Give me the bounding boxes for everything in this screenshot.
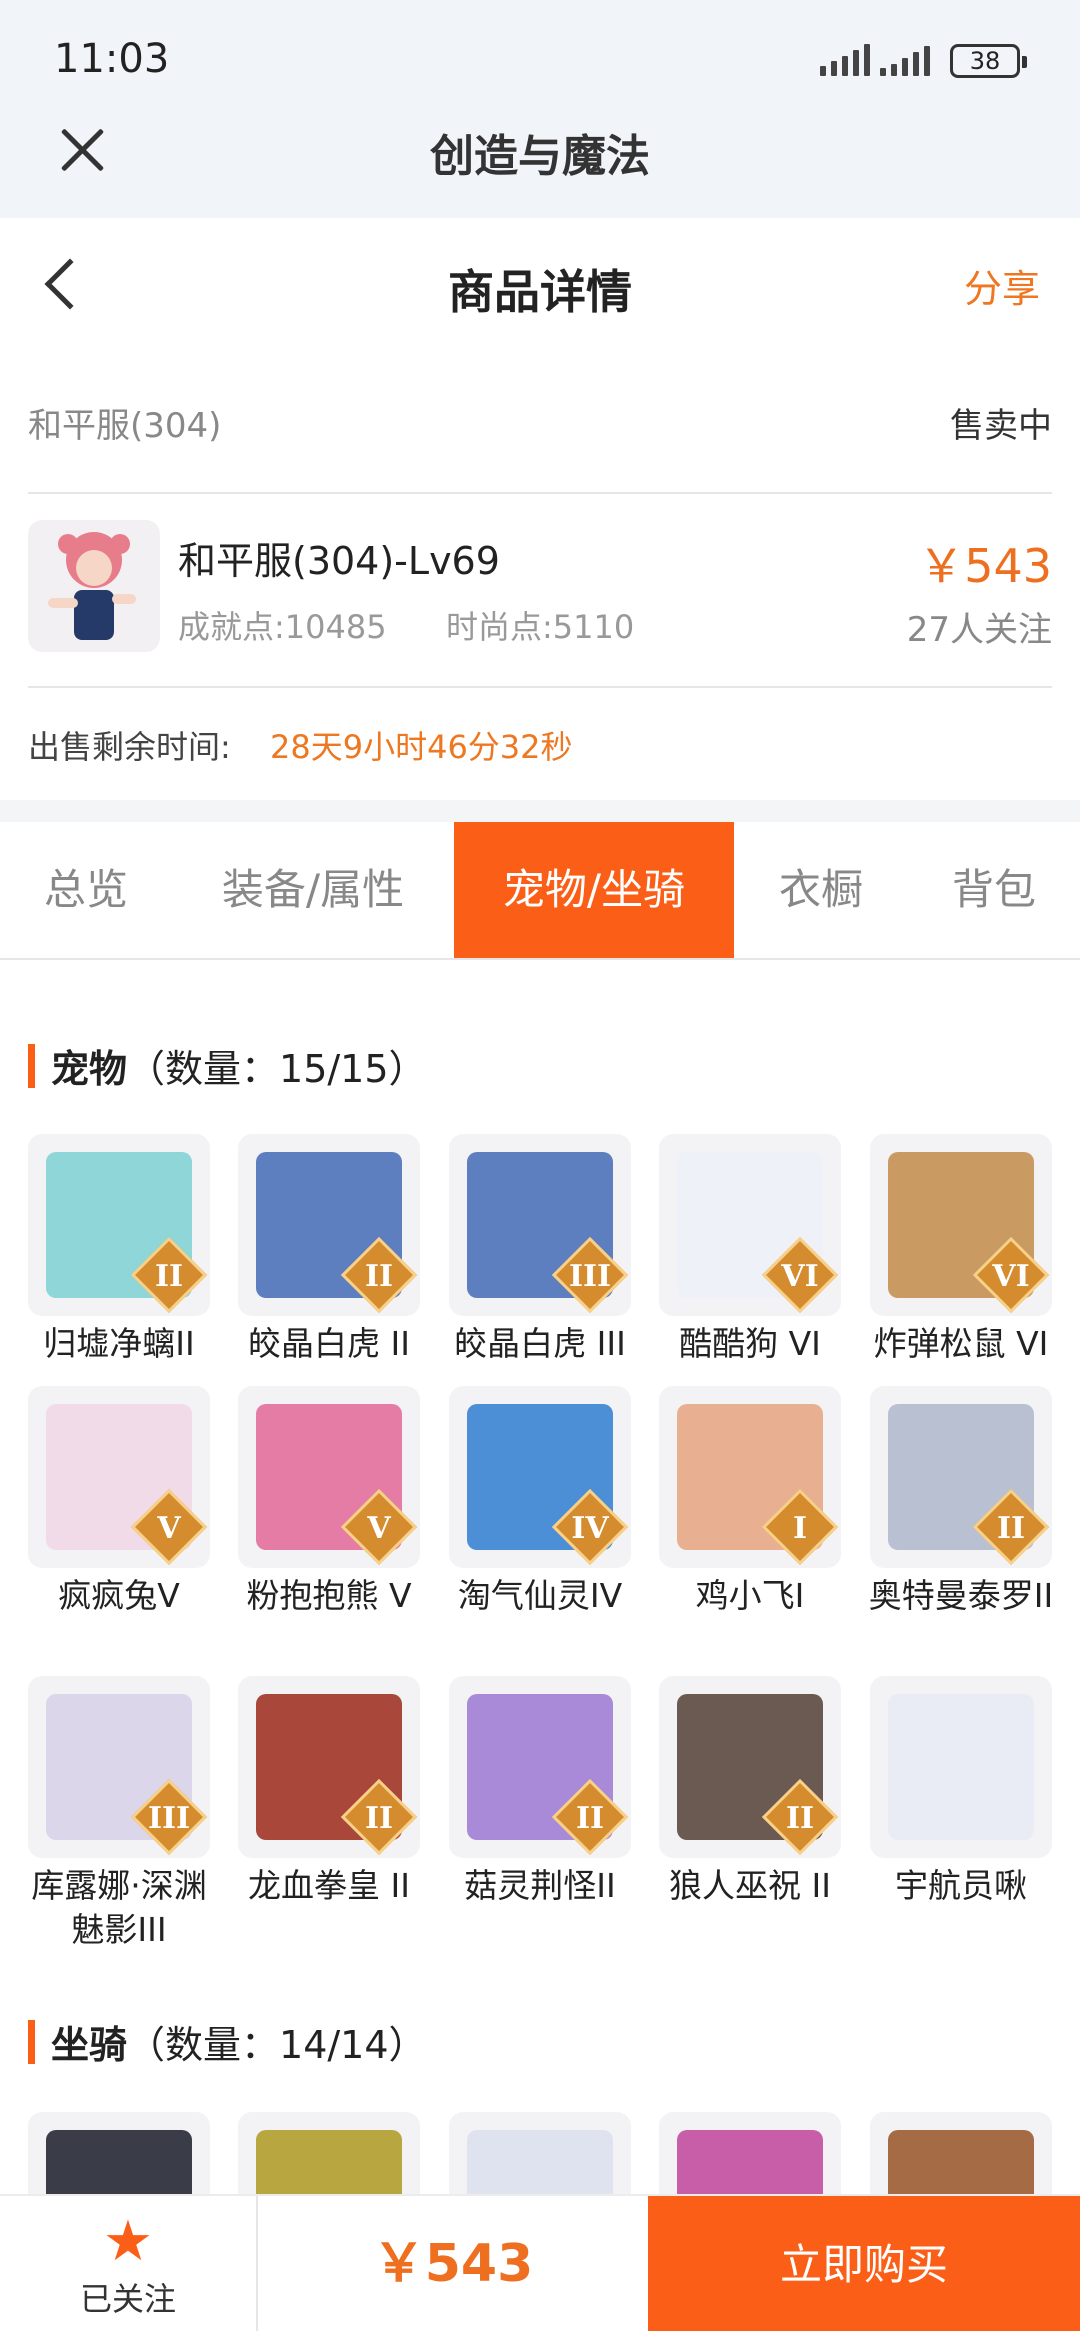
tab-backpack[interactable]: 背包 <box>908 822 1080 958</box>
pet-thumb: IV <box>449 1386 631 1568</box>
pet-item[interactable]: V 疯疯兔V <box>28 1386 210 1618</box>
pet-thumb: V <box>28 1386 210 1568</box>
pet-item[interactable]: VI 酷酷狗 VI <box>659 1134 841 1366</box>
buy-now-button[interactable]: 立即购买 <box>648 2196 1080 2331</box>
achievement-points: 成就点:10485 <box>178 608 387 646</box>
pet-name: 淘气仙灵IV <box>457 1576 623 1615</box>
section-gap <box>0 800 1080 822</box>
heading-accent <box>28 2019 35 2064</box>
pet-thumb: II <box>449 1676 631 1858</box>
pet-thumb: VI <box>659 1134 841 1316</box>
pet-item[interactable]: III 皎晶白虎 III <box>449 1134 631 1366</box>
sale-status: 售卖中 <box>950 406 1052 446</box>
pet-item[interactable]: II 狼人巫祝 II <box>659 1676 841 1908</box>
pet-item[interactable]: VI 炸弹松鼠 VI <box>870 1134 1052 1366</box>
pet-name: 粉抱抱熊 V <box>246 1576 412 1615</box>
page-title: 商品详情 <box>448 265 632 319</box>
pets-heading: 宠物 （数量：15/15） <box>28 1038 427 1093</box>
character-avatar <box>28 520 160 652</box>
pet-item[interactable]: V 粉抱抱熊 V <box>238 1386 420 1618</box>
pet-image <box>888 1694 1034 1840</box>
fashion-points: 时尚点:5110 <box>446 608 635 646</box>
mini-app-header: 创造与魔法 <box>0 110 1080 218</box>
pet-name: 鸡小飞I <box>695 1576 805 1615</box>
pet-item[interactable]: II 龙血拳皇 II <box>238 1676 420 1908</box>
pet-thumb: II <box>28 1134 210 1316</box>
pet-name: 宇航员啾 <box>895 1866 1027 1905</box>
status-bar: 11:03 38 <box>0 0 1080 110</box>
pet-thumb: III <box>28 1676 210 1858</box>
pet-thumb: II <box>238 1134 420 1316</box>
tab-pets-mounts[interactable]: 宠物/坐骑 <box>454 822 734 958</box>
signal-icon <box>880 44 930 76</box>
status-time: 11:03 <box>54 36 170 82</box>
pet-thumb: VI <box>870 1134 1052 1316</box>
bottom-price: ￥543 <box>372 2234 534 2294</box>
remaining-time-label: 出售剩余时间: <box>28 728 231 766</box>
pet-name: 炸弹松鼠 VI <box>873 1324 1049 1363</box>
pet-name: 狼人巫祝 II <box>669 1866 831 1905</box>
heading-accent <box>28 1043 35 1088</box>
tab-wardrobe[interactable]: 衣橱 <box>734 822 908 958</box>
tab-overview[interactable]: 总览 <box>0 822 172 958</box>
mounts-heading: 坐骑 （数量：14/14） <box>28 2014 427 2069</box>
pet-thumb <box>870 1676 1052 1858</box>
pet-item[interactable]: IV 淘气仙灵IV <box>449 1386 631 1618</box>
pet-item[interactable]: 宇航员啾 <box>870 1676 1052 1908</box>
detail-tabs: 总览 装备/属性 宠物/坐骑 衣橱 背包 <box>0 822 1080 960</box>
pet-item[interactable]: II 奥特曼泰罗II <box>869 1386 1053 1618</box>
pet-thumb: III <box>449 1134 631 1316</box>
pet-thumb: II <box>659 1676 841 1858</box>
battery-icon: 38 <box>950 44 1027 78</box>
pet-name: 龙血拳皇 II <box>248 1866 410 1905</box>
pet-name: 库露娜·深渊魅影III <box>31 1866 207 1949</box>
pet-item[interactable]: I 鸡小飞I <box>659 1386 841 1618</box>
divider <box>28 492 1052 494</box>
page-nav: 商品详情 分享 <box>0 218 1080 348</box>
signal-icon <box>820 44 870 76</box>
app-title: 创造与魔法 <box>430 131 650 182</box>
follow-button[interactable]: ★ 已关注 <box>0 2196 258 2331</box>
pet-name: 菇灵荆怪II <box>464 1866 616 1905</box>
tab-equipment[interactable]: 装备/属性 <box>172 822 454 958</box>
pet-thumb: I <box>659 1386 841 1568</box>
pet-item[interactable]: II 皎晶白虎 II <box>238 1134 420 1366</box>
pet-name: 奥特曼泰罗II <box>868 1576 1054 1615</box>
pet-item[interactable]: II 菇灵荆怪II <box>449 1676 631 1908</box>
follow-label: 已关注 <box>79 2280 176 2318</box>
star-icon: ★ <box>102 2209 154 2274</box>
pet-name: 酷酷狗 VI <box>679 1324 821 1363</box>
pet-thumb: V <box>238 1386 420 1568</box>
remaining-time-value: 28天9小时46分32秒 <box>270 728 573 766</box>
bottom-action-bar: ★ 已关注 ￥543 立即购买 <box>0 2194 1080 2331</box>
pet-name: 皎晶白虎 II <box>248 1324 410 1363</box>
product-price: ￥543 <box>918 539 1052 593</box>
pet-item[interactable]: III 库露娜·深渊魅影III <box>28 1676 210 1952</box>
pet-name: 归墟净螭II <box>43 1324 195 1363</box>
follower-count: 27人关注 <box>906 610 1052 650</box>
product-title: 和平服(304)-Lv69 <box>178 539 500 583</box>
pet-thumb: II <box>238 1676 420 1858</box>
divider <box>28 686 1052 688</box>
pet-item[interactable]: II 归墟净螭II <box>28 1134 210 1366</box>
pet-thumb: II <box>870 1386 1052 1568</box>
pet-name: 皎晶白虎 III <box>454 1324 626 1363</box>
server-name: 和平服(304) <box>28 406 222 446</box>
share-button[interactable]: 分享 <box>964 258 1040 313</box>
pet-name: 疯疯兔V <box>58 1576 180 1615</box>
